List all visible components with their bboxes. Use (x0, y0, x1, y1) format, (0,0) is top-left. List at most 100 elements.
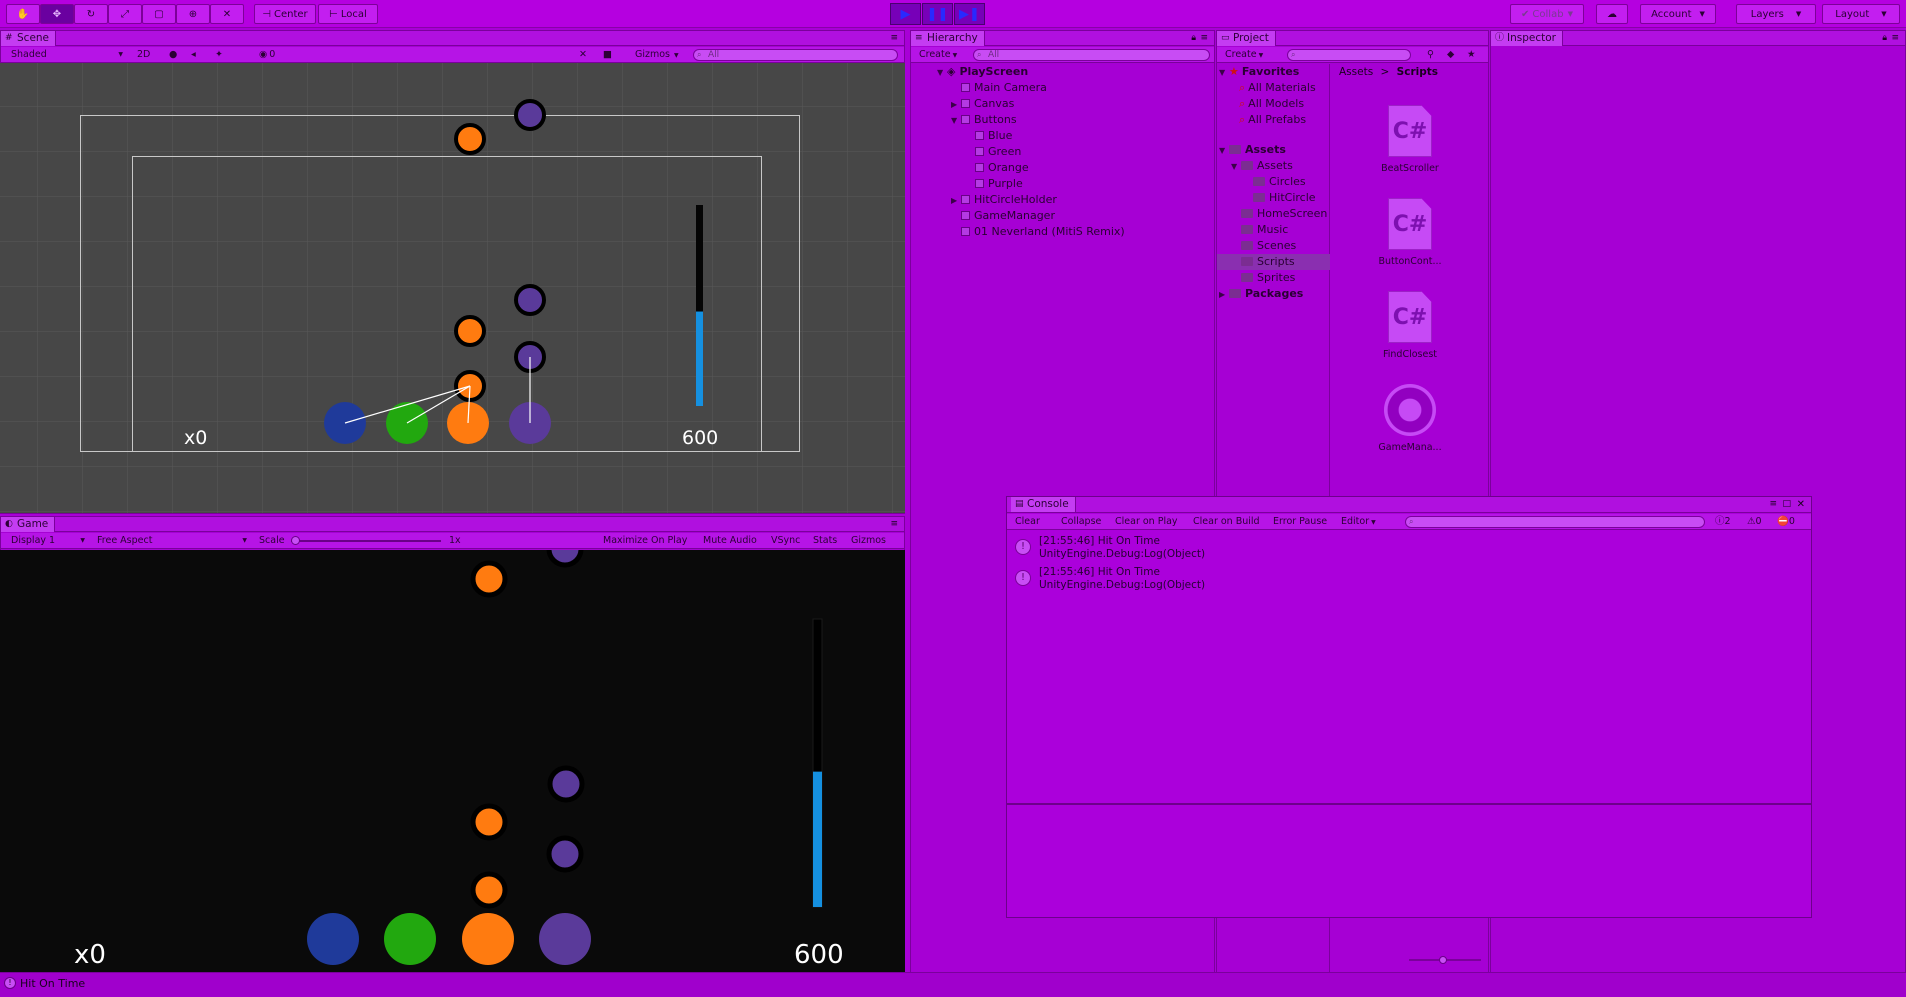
search-by-label-icon[interactable]: ◆ (1443, 48, 1458, 61)
camera-dropdown[interactable]: ■ (599, 48, 625, 61)
scale-slider[interactable] (291, 536, 441, 545)
scale-tool-button[interactable]: ⤢ (108, 4, 142, 24)
audio-toggle[interactable]: ◂ (187, 48, 205, 61)
expand-arrow-icon[interactable]: ▼ (1219, 65, 1229, 81)
play-button[interactable]: ▶ (890, 3, 921, 25)
shading-mode-dropdown[interactable]: Shaded ▼ (7, 48, 125, 61)
scale-slider-handle[interactable] (291, 536, 300, 545)
hierarchy-item[interactable]: Green (965, 144, 1021, 160)
game-viewport[interactable]: x0 600 (0, 550, 905, 972)
folder-item[interactable]: Music (1241, 222, 1288, 238)
hierarchy-item[interactable]: Orange (965, 160, 1029, 176)
folder-item[interactable]: Scenes (1241, 238, 1296, 254)
scene-gizmos-dropdown[interactable]: Gizmos ▼ (631, 48, 687, 61)
favorites-group[interactable]: ▼ ★ Favorites (1219, 64, 1299, 80)
hierarchy-item[interactable]: 01 Neverland (MitiS Remix) (951, 224, 1125, 240)
favorites-star-icon[interactable]: ★ (1463, 48, 1480, 61)
cloud-button[interactable]: ☁ (1596, 4, 1628, 24)
tab-scene[interactable]: # Scene (1, 31, 57, 46)
vsync-toggle[interactable]: VSync (767, 534, 804, 547)
panel-menu-icon[interactable]: ≡ (1891, 31, 1899, 46)
panel-menu-icon[interactable]: ≡ (1769, 497, 1777, 512)
panel-menu-icon[interactable]: ≡ (890, 517, 898, 532)
maximize-on-play-toggle[interactable]: Maximize On Play (599, 534, 691, 547)
space-toggle-button[interactable]: ⊢ Local (318, 4, 378, 24)
favorite-item[interactable]: ⌕ All Models (1239, 96, 1304, 112)
lock-icon[interactable]: 🔒︎ (1191, 31, 1196, 46)
custom-tool-button[interactable]: ✕ (210, 4, 244, 24)
expand-arrow-icon[interactable]: ▼ (951, 113, 961, 129)
editor-dropdown[interactable]: Editor ▼ (1337, 515, 1380, 528)
close-icon[interactable]: ✕ (1797, 497, 1805, 512)
stats-toggle[interactable]: Stats (809, 534, 841, 547)
move-tool-button[interactable]: ✥ (40, 4, 74, 24)
hierarchy-item[interactable]: ▶ Canvas (951, 96, 1014, 112)
favorite-item[interactable]: ⌕ All Materials (1239, 80, 1316, 96)
expand-arrow-icon[interactable]: ▶ (951, 193, 961, 209)
expand-arrow-icon[interactable]: ▶ (1219, 287, 1229, 303)
breadcrumb-item[interactable]: Assets (1339, 66, 1373, 78)
breadcrumb-item[interactable]: Scripts (1397, 66, 1438, 78)
expand-arrow-icon[interactable]: ▼ (937, 65, 947, 81)
rotate-tool-button[interactable]: ↻ (74, 4, 108, 24)
folder-item[interactable]: ▼ Assets (1231, 158, 1293, 174)
hierarchy-create-button[interactable]: Create ▼ (915, 48, 961, 61)
lock-icon[interactable]: 🔒︎ (1882, 31, 1887, 46)
assets-group[interactable]: ▼ Assets (1219, 142, 1286, 158)
console-detail-area[interactable] (1007, 805, 1811, 917)
transform-tool-button[interactable]: ⊕ (176, 4, 210, 24)
expand-arrow-icon[interactable]: ▼ (1219, 143, 1229, 159)
icon-size-slider[interactable] (1409, 956, 1481, 964)
tools-toggle[interactable]: ✕ (575, 48, 591, 61)
hierarchy-item[interactable]: Purple (965, 176, 1023, 192)
log-count-toggle[interactable]: ⓘ2 (1711, 515, 1735, 528)
hierarchy-item[interactable]: Blue (965, 128, 1012, 144)
scene-root-item[interactable]: ▼ ◈ PlayScreen (937, 64, 1212, 80)
clear-on-build-toggle[interactable]: Clear on Build (1189, 515, 1264, 528)
pivot-toggle-button[interactable]: ⊣ Center (254, 4, 316, 24)
icon-size-slider-handle[interactable] (1439, 956, 1447, 964)
hidden-objects-toggle[interactable]: ◉ 0 (255, 48, 287, 61)
step-button[interactable]: ▶❚ (954, 3, 985, 25)
display-dropdown[interactable]: Display 1 ▼ (7, 534, 87, 547)
account-dropdown[interactable]: Account ▼ (1640, 4, 1716, 24)
tab-project[interactable]: ▭ Project (1217, 31, 1276, 46)
tab-hierarchy[interactable]: ≡ Hierarchy (911, 31, 985, 46)
tab-console[interactable]: ▤ Console (1011, 497, 1076, 512)
layout-dropdown[interactable]: Layout ▼ (1822, 4, 1900, 24)
folder-item[interactable]: Circles (1253, 174, 1306, 190)
folder-item-selected[interactable]: Scripts (1217, 254, 1330, 270)
tab-game[interactable]: ◐ Game (1, 517, 56, 532)
layers-dropdown[interactable]: Layers ▼ (1736, 4, 1816, 24)
game-gizmos-dropdown[interactable]: Gizmos (847, 534, 890, 547)
maximize-icon[interactable]: □ (1782, 497, 1791, 512)
panel-menu-icon[interactable]: ≡ (1200, 31, 1208, 46)
console-clear-button[interactable]: Clear (1011, 515, 1044, 528)
tab-inspector[interactable]: ⓘ Inspector (1491, 31, 1563, 46)
console-collapse-button[interactable]: Collapse (1057, 515, 1105, 528)
aspect-dropdown[interactable]: Free Aspect ▼ (93, 534, 249, 547)
script-asset[interactable]: C# FindClosest (1365, 291, 1455, 360)
hierarchy-item[interactable]: ▶ HitCircleHolder (951, 192, 1057, 208)
rect-tool-button[interactable]: ▢ (142, 4, 176, 24)
script-asset[interactable]: C# ButtonCont... (1365, 198, 1455, 267)
hierarchy-item[interactable]: ▼ Buttons (951, 112, 1017, 128)
hierarchy-search-input[interactable]: ⌕ All (973, 49, 1210, 61)
effects-dropdown[interactable]: ✦ (211, 48, 245, 61)
log-entry[interactable]: ! [21:55:46] Hit On Time UnityEngine.Deb… (1011, 564, 1807, 595)
warning-count-toggle[interactable]: ⚠0 (1743, 515, 1766, 528)
packages-group[interactable]: ▶ Packages (1219, 286, 1303, 302)
hierarchy-item[interactable]: GameManager (951, 208, 1055, 224)
gamemanager-asset[interactable]: GameMana... (1365, 384, 1455, 453)
error-pause-toggle[interactable]: Error Pause (1269, 515, 1331, 528)
hand-tool-button[interactable]: ✋ (6, 4, 40, 24)
project-search-input[interactable]: ⌕ (1287, 49, 1411, 61)
folder-item[interactable]: HitCircle (1253, 190, 1316, 206)
folder-item[interactable]: Sprites (1241, 270, 1295, 286)
pause-button[interactable]: ❚❚ (922, 3, 953, 25)
panel-menu-icon[interactable]: ≡ (890, 31, 898, 46)
scene-search-input[interactable]: ⌕ All (693, 49, 898, 61)
search-by-type-icon[interactable]: ⚲ (1423, 48, 1438, 61)
hierarchy-item[interactable]: Main Camera (951, 80, 1047, 96)
console-search-input[interactable]: ⌕ (1405, 516, 1705, 528)
